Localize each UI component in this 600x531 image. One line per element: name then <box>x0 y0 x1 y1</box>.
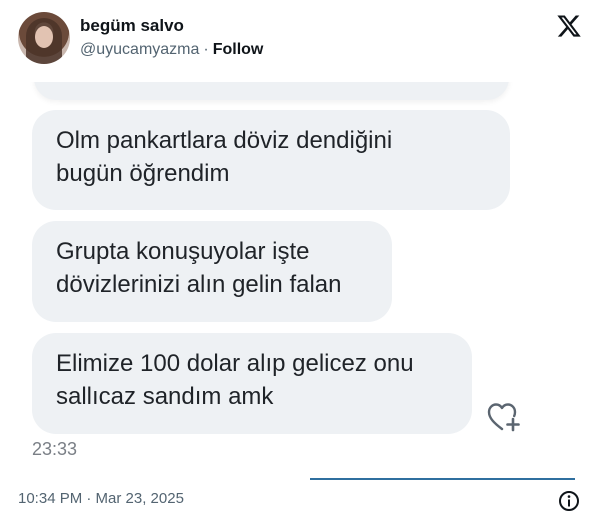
follow-button[interactable]: Follow <box>213 41 264 58</box>
author-handle-row: @uyucamyazma · Follow <box>80 41 263 59</box>
chat-message-1: Olm pankartlara döviz dendiğini bugün öğ… <box>32 110 510 210</box>
author-handle[interactable]: @uyucamyazma <box>80 41 199 58</box>
handle-separator: · <box>203 41 209 58</box>
x-logo-icon[interactable] <box>556 13 582 39</box>
tweet-header: begüm salvo @uyucamyazma · Follow <box>0 0 600 80</box>
avatar[interactable] <box>18 12 70 64</box>
heart-plus-icon[interactable] <box>486 400 522 434</box>
chat-message-3: Elimize 100 dolar alıp gelicez onu sallı… <box>32 333 472 434</box>
avatar-face <box>35 26 53 48</box>
input-divider <box>310 478 575 480</box>
info-icon[interactable] <box>558 490 580 512</box>
chat-screenshot: Olm pankartlara döviz dendiğini bugün öğ… <box>20 82 580 484</box>
message-time: 23:33 <box>32 439 78 459</box>
author-name[interactable]: begüm salvo <box>80 16 184 36</box>
previous-message-bubble <box>34 82 509 100</box>
tweet-timestamp[interactable]: 10:34 PM · Mar 23, 2025 <box>18 490 184 507</box>
chat-message-2: Grupta konuşuyolar işte dövizlerinizi al… <box>32 221 392 322</box>
